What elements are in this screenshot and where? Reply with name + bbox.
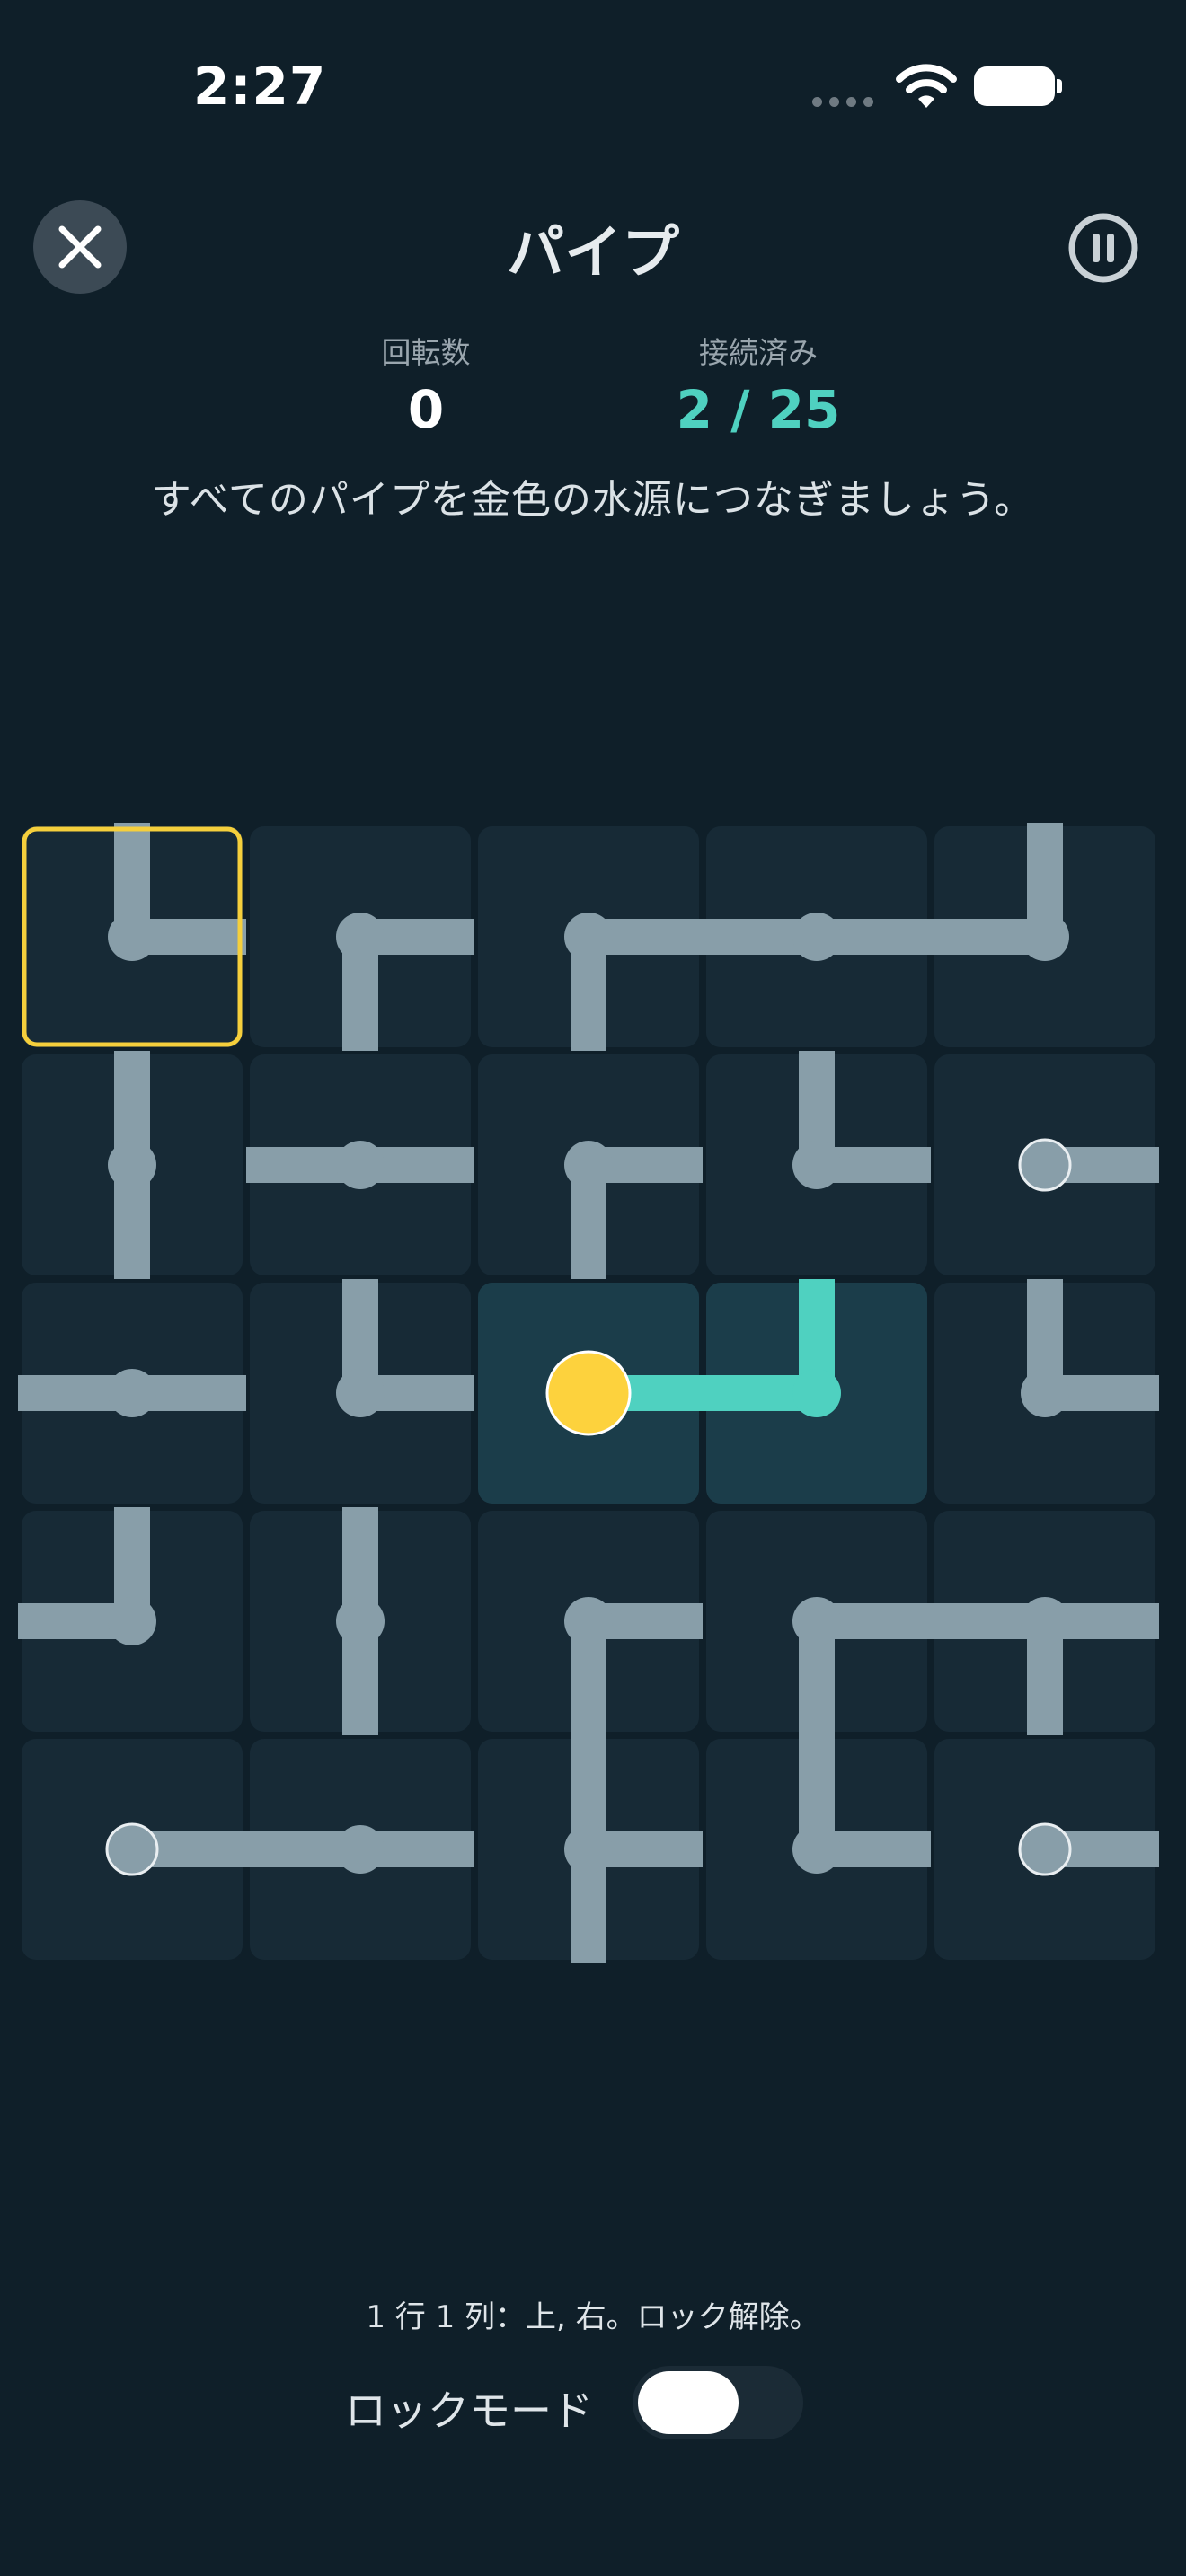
- pipe-cell-r4-c3[interactable]: [478, 1511, 699, 1732]
- selected-cell-info: 1 行 1 列：上, 右。ロック解除。: [366, 2299, 820, 2335]
- lock-mode-toggle[interactable]: [633, 2366, 803, 2439]
- pipe-board: [18, 823, 1159, 1963]
- battery-tip: [1057, 79, 1062, 93]
- pipe-cell-r5-c1[interactable]: [22, 1739, 243, 1960]
- pipe-cell-r1-c2[interactable]: [250, 826, 471, 1047]
- battery-icon: [974, 66, 1055, 106]
- pipe-cell-r5-c3[interactable]: [478, 1739, 699, 1960]
- pipe-cell-r3-c2[interactable]: [250, 1283, 471, 1504]
- pause-icon[interactable]: [1067, 212, 1139, 284]
- pipe-cell-r1-c1[interactable]: [22, 826, 243, 1047]
- pipe-cell-r4-c2[interactable]: [250, 1511, 471, 1732]
- rotations-stat: 回転数 0: [291, 329, 561, 440]
- lock-mode-label: ロックモード: [345, 2386, 593, 2435]
- pipe-cell-r3-c1[interactable]: [22, 1283, 243, 1504]
- instruction-text: すべてのパイプを金色の水源につなぎましょう。: [151, 477, 1035, 523]
- pipe-cell-r5-c4[interactable]: [706, 1739, 927, 1960]
- rotations-value: 0: [407, 379, 445, 440]
- rotations-label: 回転数: [381, 335, 471, 370]
- pipe-cell-r4-c5[interactable]: [934, 1511, 1155, 1732]
- connected-stat: 接続済み 2 / 25: [624, 329, 893, 440]
- toggle-knob: [638, 2371, 739, 2434]
- pipe-cell-r5-c5[interactable]: [934, 1739, 1155, 1960]
- status-time: 2:27: [193, 56, 327, 117]
- pipe-cell-r1-c3[interactable]: [478, 826, 699, 1047]
- pipe-cell-r1-c4[interactable]: [706, 826, 927, 1047]
- connected-value: 2 / 25: [676, 379, 841, 440]
- wifi-icon: [896, 64, 957, 108]
- connected-label: 接続済み: [699, 335, 818, 370]
- pipe-cell-r4-c1[interactable]: [22, 1511, 243, 1732]
- pipe-cell-r4-c4[interactable]: [706, 1511, 927, 1732]
- page-title: パイプ: [507, 220, 679, 287]
- pipe-cell-r2-c3[interactable]: [478, 1054, 699, 1275]
- cellular-signal-icon: [812, 97, 873, 107]
- pipe-cell-r5-c2[interactable]: [250, 1739, 471, 1960]
- pipe-cell-r2-c1[interactable]: [22, 1054, 243, 1275]
- pipe-cell-r1-c5[interactable]: [934, 826, 1155, 1047]
- pipe-cell-r3-c5[interactable]: [934, 1283, 1155, 1504]
- pipe-cell-r3-c3[interactable]: [478, 1283, 699, 1504]
- pipe-cell-r3-c4[interactable]: [706, 1283, 927, 1504]
- pipe-cell-r2-c4[interactable]: [706, 1054, 927, 1275]
- pipe-cell-r2-c2[interactable]: [250, 1054, 471, 1275]
- pipe-cell-r2-c5[interactable]: [934, 1054, 1155, 1275]
